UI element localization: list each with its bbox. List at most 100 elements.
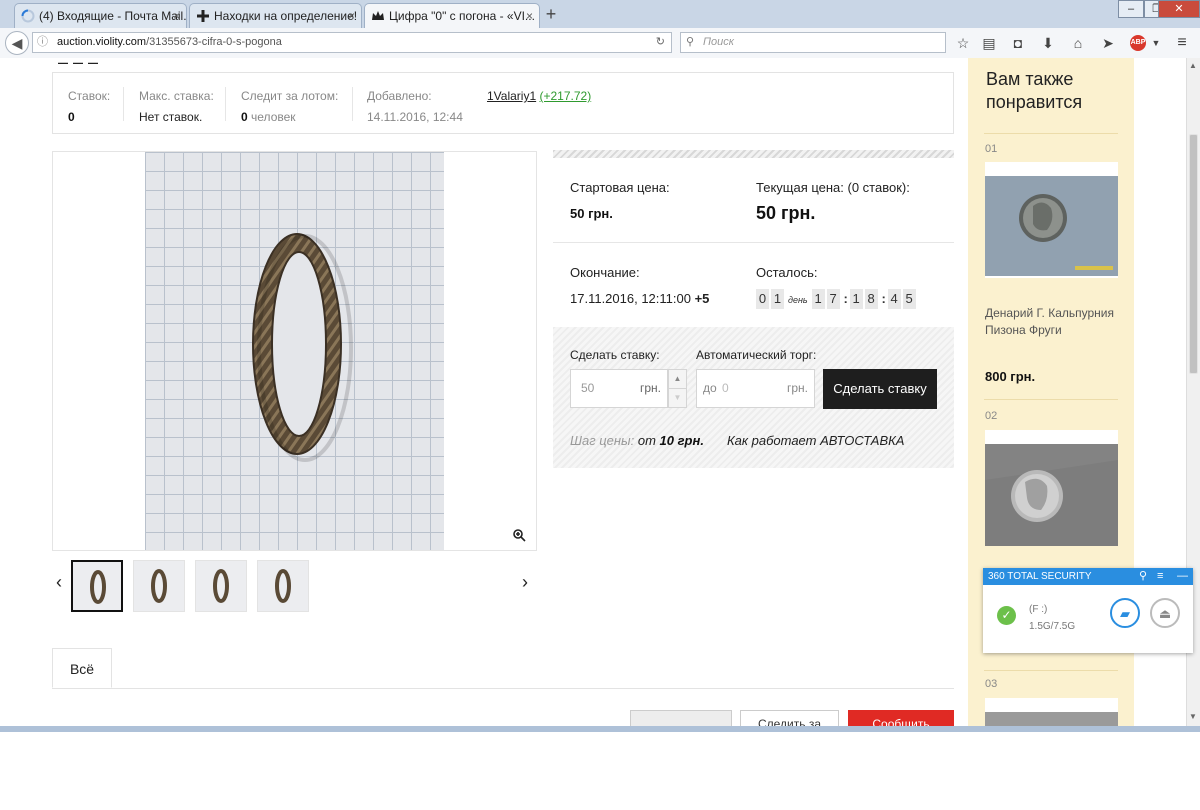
pocket-icon[interactable]: ◘ [1008,33,1028,53]
tab-lot-active[interactable]: Цифра "0" с погона - «VI... × [364,3,540,29]
currency-label: грн. [639,381,661,395]
countdown-digit: 0 [756,289,769,309]
seller-name-link[interactable]: 1Valariy1 [487,89,536,103]
coin-photo [985,444,1118,546]
search-input[interactable]: ⚲ Поиск [680,32,946,53]
day-word: день [788,295,808,305]
eject-icon[interactable]: ⏏ [1150,598,1180,628]
watch-lot-button[interactable]: Следить за [740,710,839,726]
close-tab-icon[interactable]: × [526,4,533,28]
divider [984,670,1118,671]
end-date-value: 17.11.2016, 12:11:00 [570,291,691,306]
divider [225,87,226,121]
security-header: 360 TOTAL SECURITY ⚲ ≡ — [983,568,1193,585]
tab-mail[interactable]: (4) Входящие - Почта Mail.... × [14,3,187,28]
time-left-label: Осталось: [756,265,818,280]
bid-amount-value: 50 [581,381,595,395]
drive-label: (F :) [1029,604,1048,615]
added-value: 14.11.2016, 12:44 [367,110,463,124]
home-icon[interactable]: ⌂ [1068,33,1088,53]
start-price-label: Стартовая цена: [570,180,670,195]
security-title: 360 TOTAL SECURITY [988,571,1092,582]
end-timezone: +5 [694,291,710,306]
tab-all[interactable]: Всё [52,648,112,688]
open-folder-icon[interactable]: ▰ [1110,598,1140,628]
photo-image[interactable] [145,152,444,550]
tab-findings[interactable]: Находки на определение! ... × [189,3,362,28]
menu-icon[interactable]: ≡ [1172,33,1192,53]
close-tab-icon[interactable]: × [348,4,355,28]
zoom-icon[interactable] [512,528,526,542]
countdown-digit: 8 [864,289,878,309]
current-price-value: 50 грн. [756,203,816,223]
divider [984,399,1118,400]
chevron-down-icon[interactable]: ▼ [1146,33,1166,53]
main-photo[interactable] [52,151,537,551]
back-button[interactable]: ◀ [5,31,29,55]
send-icon[interactable]: ➤ [1098,33,1118,53]
thumbnail[interactable] [71,560,123,612]
thumb-next-arrow[interactable]: › [522,572,528,593]
item-image[interactable] [985,430,1118,546]
close-tab-icon[interactable]: × [173,4,180,28]
stepper-up-icon[interactable]: ▲ [669,370,686,388]
watching-label: Следит за лотом: [241,89,339,103]
lot-title-cut: ‒ ‒ ‒ [58,58,99,72]
description-tabs: Всё [52,648,954,689]
blank-button[interactable] [630,710,732,726]
new-tab-button[interactable]: + [540,3,562,25]
scroll-down-icon[interactable]: ▼ [1189,712,1197,721]
drive-usage: 1.5G/7.5G [1029,621,1076,632]
countdown-colon: : [843,291,848,306]
window-close-button[interactable]: ✕ [1158,0,1200,18]
item-image[interactable] [985,162,1118,278]
autobid-help-link[interactable]: Как работает АВТОСТАВКА [727,433,904,448]
scrollbar-thumb[interactable] [1189,134,1198,374]
stat-added: Добавлено: 14.11.2016, 12:44 [367,89,463,124]
minimize-icon[interactable]: — [1177,568,1188,585]
item-image[interactable] [985,698,1118,726]
report-button[interactable]: Сообщить [848,710,954,726]
thumbnail[interactable] [133,560,185,612]
scroll-up-icon[interactable]: ▲ [1189,61,1197,70]
search-icon[interactable]: ⚲ [1139,568,1147,585]
divider [123,87,124,121]
item-number: 01 [985,143,998,155]
cross-icon [197,10,209,22]
minimize-button[interactable]: ‒ [1118,0,1144,18]
auto-bid-placeholder: 0 [722,381,729,395]
seller-rating-link[interactable]: (+217.72) [539,89,591,103]
adblock-icon[interactable]: ABP [1130,35,1146,51]
added-label: Добавлено: [367,89,432,103]
browser-tab-bar: (4) Входящие - Почта Mail.... × Находки … [0,0,1200,29]
countdown-colon: : [881,291,886,306]
auto-bid-input[interactable]: до 0 грн. [696,369,815,408]
check-icon: ✓ [997,606,1016,625]
bid-amount-input[interactable]: 50 грн. [570,369,668,408]
item-title[interactable]: Денарий Г. Кальпурния Пизона Фруги [985,305,1125,339]
coin-photo [985,176,1118,276]
bookmark-star-icon[interactable]: ☆ [953,33,973,53]
stat-watching: Следит за лотом: 0 человек [241,89,338,124]
place-bid-button[interactable]: Сделать ставку [823,369,937,409]
reload-icon[interactable]: ↻ [656,33,665,52]
navigation-bar: ◀ ⓘ auction.violity.com/31355673-cifra-0… [0,28,1200,59]
thumbnail[interactable] [257,560,309,612]
menu-icon[interactable]: ≡ [1157,568,1163,585]
countdown-digit: 1 [849,289,863,309]
countdown-digit: 5 [902,289,916,309]
search-icon: ⚲ [686,36,695,48]
url-bar[interactable]: ⓘ auction.violity.com/31355673-cifra-0-s… [32,32,672,53]
bid-stepper[interactable]: ▲ ▼ [668,369,687,408]
step-from: от [637,433,656,448]
reading-list-icon[interactable]: ▤ [979,33,999,53]
countdown: 0 1 день 1 7:1 8:4 5 [756,289,918,309]
site-info-icon[interactable]: ⓘ [37,33,48,52]
thumbnail[interactable] [195,560,247,612]
sidebar-title: Вам также понравится [986,68,1082,114]
search-placeholder: Поиск [703,36,734,48]
stepper-down-icon[interactable]: ▼ [669,388,686,407]
download-icon[interactable]: ⬇ [1038,33,1058,53]
sidebar-title-line: Вам также [986,69,1074,89]
thumb-prev-arrow[interactable]: ‹ [56,572,62,593]
